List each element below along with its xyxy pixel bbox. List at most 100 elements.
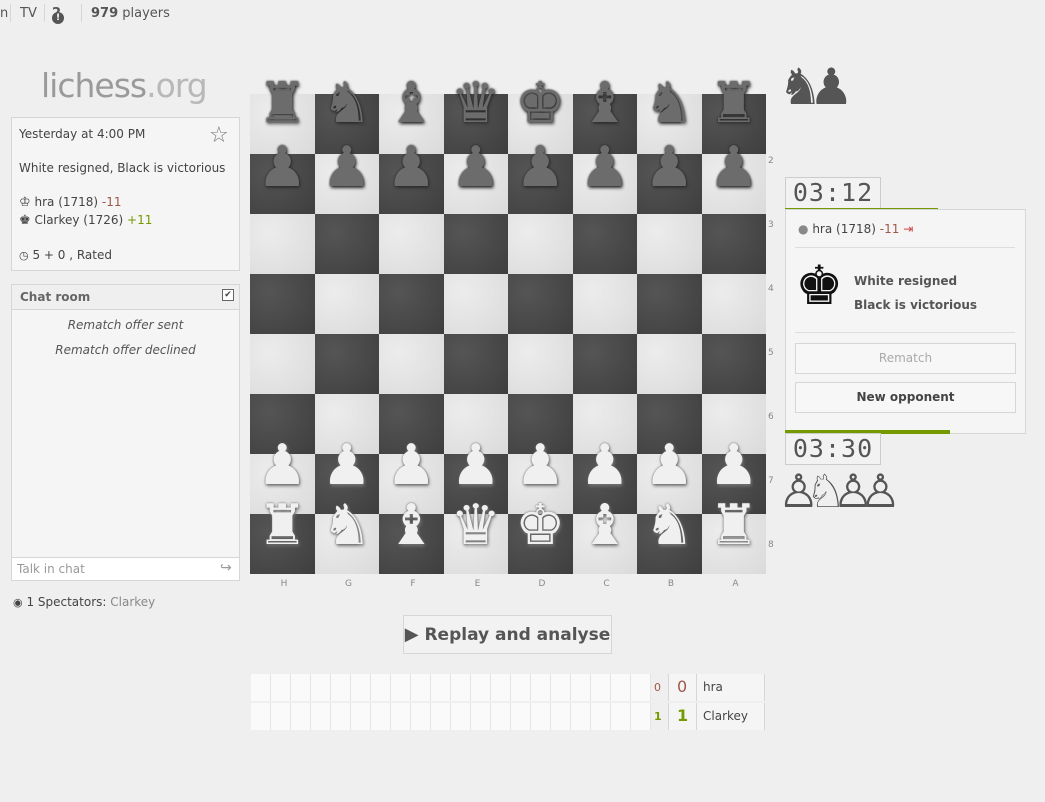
chat-input[interactable]: Talk in chat: [17, 562, 85, 576]
black-piece[interactable]: ♟: [702, 130, 767, 206]
panel-player[interactable]: ● hra (1718) -11 ⇥: [798, 222, 913, 236]
replay-label: Replay and analyse: [424, 625, 611, 645]
board-square[interactable]: [508, 274, 573, 334]
white-piece[interactable]: ♞: [315, 488, 380, 564]
nav-item-tv[interactable]: TV: [20, 6, 37, 21]
chat-message: Rematch offer sent: [67, 318, 184, 332]
crosstable-cell: [591, 703, 611, 730]
black-piece[interactable]: ♟: [508, 130, 573, 206]
chat-room: Chat room ✔ Rematch offer sent Rematch o…: [11, 284, 240, 581]
black-piece[interactable]: ♟: [637, 130, 702, 206]
board-square[interactable]: [379, 334, 444, 394]
chat-title: Chat room: [20, 290, 91, 304]
spectators: ◉ 1 Spectators: Clarkey: [13, 595, 155, 609]
site-logo[interactable]: lichess.org: [41, 66, 208, 105]
crosstable-cell: [371, 703, 391, 730]
clock-bottom: 03:30: [785, 433, 881, 465]
crosstable-cell: [311, 674, 331, 701]
nav-item-partial[interactable]: n: [0, 6, 8, 21]
send-arrow-icon[interactable]: ↪: [220, 560, 232, 576]
game-status: White resigned, Black is victorious: [19, 161, 226, 175]
black-piece[interactable]: ♟: [379, 130, 444, 206]
board-square[interactable]: [637, 274, 702, 334]
board-square[interactable]: [250, 334, 315, 394]
rank-label: 4: [768, 284, 774, 294]
crosstable-cell: [371, 674, 391, 701]
game-mode: ◷ 5 + 0 , Rated: [19, 248, 112, 262]
clock-top: 03:12: [785, 177, 881, 209]
crosstable-cell: [431, 703, 451, 730]
black-piece[interactable]: ♟: [444, 130, 509, 206]
crosstable-cell: [471, 674, 491, 701]
board-square[interactable]: [250, 274, 315, 334]
player-count[interactable]: 979 players: [91, 6, 170, 21]
board-square[interactable]: [508, 334, 573, 394]
crosstable-cell: [251, 674, 271, 701]
crosstable-cell: [511, 703, 531, 730]
crosstable-row[interactable]: 0 0 hra: [251, 674, 765, 701]
play-icon: ▶: [404, 624, 419, 645]
file-label: F: [410, 579, 416, 589]
board-square[interactable]: [379, 274, 444, 334]
eye-icon: ◉: [13, 596, 23, 609]
board-square[interactable]: [701, 274, 766, 334]
file-label: A: [732, 579, 739, 589]
alerts-indicator[interactable]: !2: [52, 6, 64, 24]
crosstable-player: Clarkey: [703, 709, 749, 723]
divider: [10, 4, 11, 22]
chat-toggle-checkbox[interactable]: ✔: [222, 289, 234, 301]
white-player[interactable]: ♔ hra (1718) -11: [19, 195, 122, 210]
board-square[interactable]: [572, 214, 637, 274]
file-label: C: [603, 579, 610, 589]
white-piece[interactable]: ♜: [702, 488, 767, 564]
white-piece[interactable]: ♝: [379, 488, 444, 564]
white-piece[interactable]: ♝: [573, 488, 638, 564]
board-square[interactable]: [443, 334, 508, 394]
chat-header: Chat room ✔: [12, 285, 239, 310]
board-square[interactable]: [314, 214, 379, 274]
logo-name: lichess: [41, 66, 147, 105]
black-piece[interactable]: ♟: [250, 130, 315, 206]
board-square[interactable]: [637, 214, 702, 274]
board-square[interactable]: [701, 334, 766, 394]
black-player-name: Clarkey (1726): [34, 213, 124, 227]
crosstable-cell: [311, 703, 331, 730]
game-panel: ● hra (1718) -11 ⇥ ♚ White resigned Blac…: [785, 209, 1026, 434]
crosstable-cell: [291, 703, 311, 730]
board-square[interactable]: [701, 214, 766, 274]
white-piece[interactable]: ♛: [444, 488, 509, 564]
board-square[interactable]: [379, 214, 444, 274]
spectator-name[interactable]: Clarkey: [110, 595, 155, 609]
board-square[interactable]: [508, 214, 573, 274]
black-piece[interactable]: ♟: [573, 130, 638, 206]
captured-pawn-icon: ♙: [778, 464, 819, 518]
black-rating-diff: +11: [127, 213, 153, 227]
crosstable-small-score: 1: [654, 710, 662, 723]
white-piece[interactable]: ♞: [637, 488, 702, 564]
rank-label: 8: [768, 540, 774, 550]
captured-pawn-icon: ♙: [859, 464, 901, 518]
divider: [81, 4, 82, 22]
crosstable-cell: [591, 674, 611, 701]
crosstable-row[interactable]: 1 1 Clarkey: [251, 703, 765, 730]
board-square[interactable]: [314, 334, 379, 394]
board-square[interactable]: [250, 214, 315, 274]
board-square[interactable]: [572, 274, 637, 334]
alert-icon: !: [52, 12, 64, 24]
board-square[interactable]: [572, 334, 637, 394]
rank-label: 7: [768, 476, 774, 486]
clock-icon: ◷: [19, 249, 29, 262]
white-piece[interactable]: ♚: [508, 488, 573, 564]
replay-and-analyse-button[interactable]: ▶ Replay and analyse: [403, 615, 612, 654]
rematch-button[interactable]: Rematch: [795, 343, 1016, 374]
black-piece[interactable]: ♟: [315, 130, 380, 206]
new-opponent-button[interactable]: New opponent: [795, 382, 1016, 413]
board-square[interactable]: [637, 334, 702, 394]
bookmark-star-icon[interactable]: ☆: [209, 123, 229, 148]
board-square[interactable]: [443, 274, 508, 334]
board-square[interactable]: [443, 214, 508, 274]
white-piece[interactable]: ♜: [250, 488, 315, 564]
file-label: H: [280, 579, 288, 589]
board-square[interactable]: [314, 274, 379, 334]
black-player[interactable]: ♚ Clarkey (1726) +11: [19, 213, 152, 228]
